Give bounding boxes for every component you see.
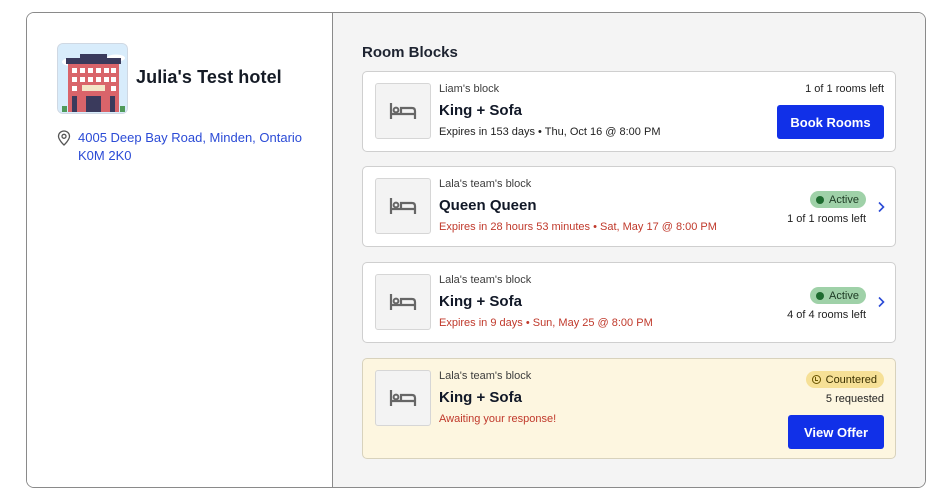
block-expiry: Expires in 9 days • Sun, May 25 @ 8:00 P… [439,317,653,329]
bed-icon [375,83,431,139]
block-expiry: Expires in 28 hours 53 minutes • Sat, Ma… [439,221,717,233]
hotel-info-panel: Julia's Test hotel 4005 Deep Bay Road, M… [27,13,333,487]
active-dot-icon [816,291,825,300]
room-type: King + Sofa [439,293,522,310]
room-block-card[interactable]: Lala's team's block Queen Queen Expires … [362,166,896,247]
block-owner: Lala's team's block [439,370,532,382]
status-badge: Active [810,287,866,304]
room-type: King + Sofa [439,102,522,119]
clock-icon [811,375,821,384]
room-type: King + Sofa [439,389,522,406]
view-offer-button[interactable]: View Offer [788,415,884,449]
chevron-right-icon[interactable] [876,296,886,308]
block-owner: Liam's block [439,83,500,95]
room-block-card: Liam's block King + Sofa Expires in 153 … [362,71,896,152]
status-badge: Countered [805,371,884,388]
bed-icon [375,274,431,330]
block-owner: Lala's team's block [439,274,532,286]
hotel-address-link[interactable]: 4005 Deep Bay Road, Minden, Ontario K0M … [78,129,308,165]
hotel-name: Julia's Test hotel [136,67,282,87]
block-owner: Lala's team's block [439,178,532,190]
status-badge: Active [810,191,866,208]
status-badge-label: Active [829,289,859,302]
rooms-left: 1 of 1 rooms left [787,213,866,225]
room-block-card: Lala's team's block King + Sofa Awaiting… [362,358,896,459]
hotel-room-blocks-panel: Julia's Test hotel 4005 Deep Bay Road, M… [26,12,926,488]
status-badge-label: Countered [825,373,877,386]
rooms-left: 4 of 4 rooms left [787,309,866,321]
status-badge-label: Active [829,193,859,206]
room-blocks-section: Room Blocks Liam's block King + Sofa Exp… [333,13,925,487]
bed-icon [375,178,431,234]
room-blocks-title: Room Blocks [362,44,458,61]
block-status-message: Awaiting your response! [439,413,557,425]
active-dot-icon [816,195,825,204]
hotel-building-icon [57,43,128,114]
chevron-right-icon[interactable] [876,201,886,213]
room-type: Queen Queen [439,197,537,214]
room-block-card[interactable]: Lala's team's block King + Sofa Expires … [362,262,896,343]
block-expiry: Expires in 153 days • Thu, Oct 16 @ 8:00… [439,126,661,138]
hotel-address-row: 4005 Deep Bay Road, Minden, Ontario K0M … [57,129,308,165]
book-rooms-button[interactable]: Book Rooms [777,105,884,139]
rooms-left: 1 of 1 rooms left [805,83,884,95]
rooms-requested: 5 requested [825,393,884,405]
map-pin-icon [57,130,71,146]
bed-icon [375,370,431,426]
